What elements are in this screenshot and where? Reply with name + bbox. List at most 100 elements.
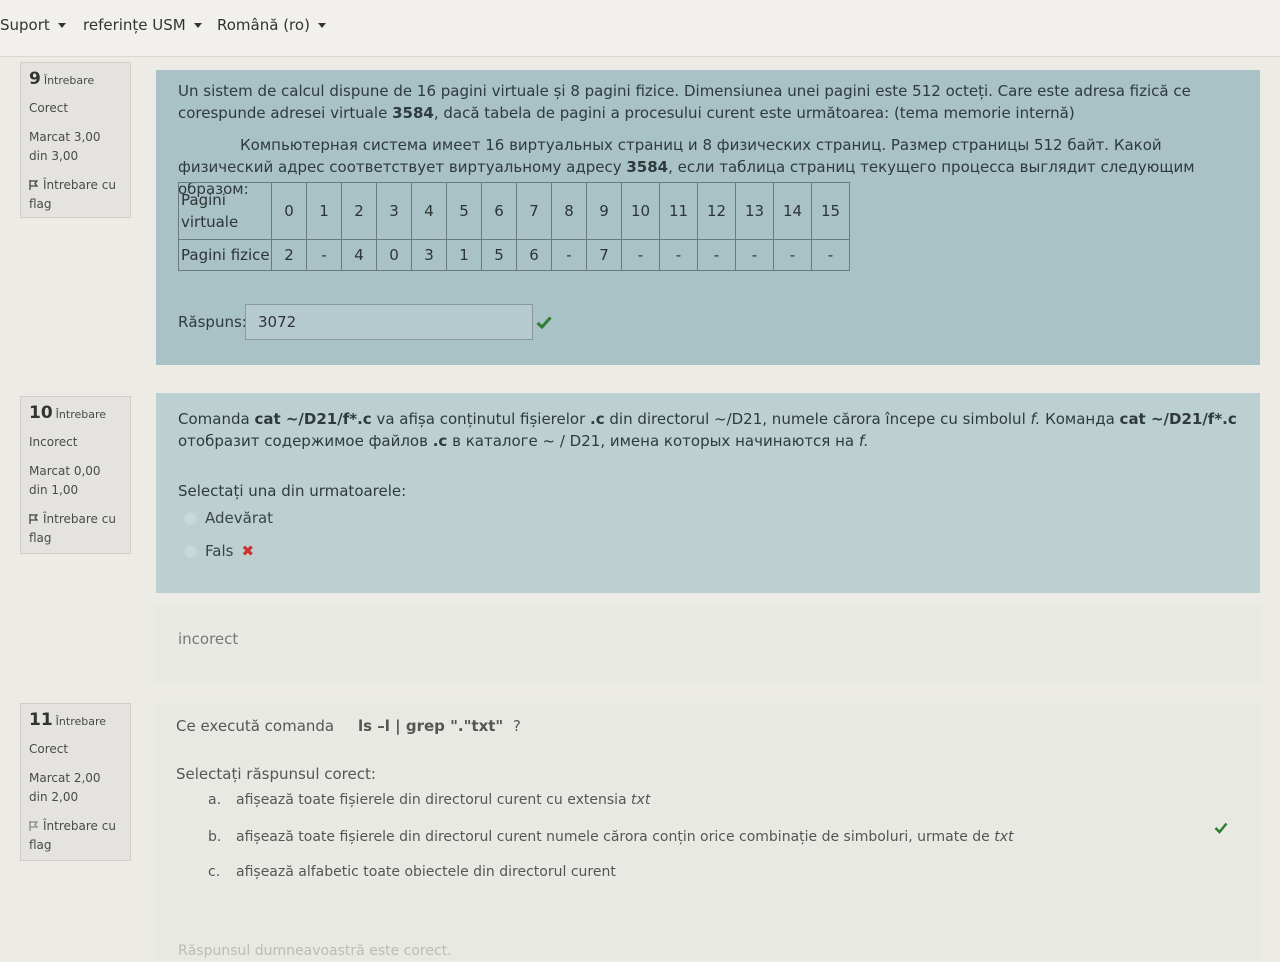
correct-check-icon — [1214, 822, 1228, 834]
command-text: cat ~/D21/f*.c — [254, 410, 372, 428]
answer-prompt: Selectați răspunsul corect: — [176, 765, 376, 783]
caret-down-icon — [317, 22, 326, 28]
question-text-part: отобразит содержимое файлов — [178, 432, 433, 450]
radio-button[interactable] — [184, 512, 197, 525]
answer-label: Răspuns: — [178, 313, 247, 331]
table-cell: 15 — [811, 182, 850, 240]
answer-input[interactable] — [245, 304, 533, 340]
question-text-ro: Un sistem de calcul dispune de 16 pagini… — [178, 80, 1228, 124]
question-status: Incorect — [29, 435, 78, 449]
answer-prompt: Selectați una din urmatoarele: — [178, 482, 407, 500]
flag-icon — [29, 180, 38, 190]
question-text-part: Команда — [1040, 410, 1120, 428]
extension-text: .c — [590, 410, 605, 428]
table-cell: 12 — [697, 182, 736, 240]
question-word: Întrebare — [43, 74, 95, 87]
question-mark: Marcat 3,00 din 3,00 — [29, 130, 101, 163]
caret-down-icon — [57, 22, 66, 28]
table-cell: 7 — [516, 182, 552, 240]
command-text: ls –l | grep "."txt" — [357, 717, 504, 735]
flag-question-link[interactable]: Întrebare cu flag — [29, 817, 122, 855]
option-extension: txt — [631, 792, 651, 808]
question-text: Ce execută comanda ls –l | grep "."txt" … — [176, 715, 521, 737]
nav-language-menu[interactable]: Română (ro) — [217, 16, 326, 34]
option-text: afișează alfabetic toate obiectele din d… — [236, 864, 616, 880]
flag-icon — [29, 821, 38, 831]
option-a[interactable]: a. afișează toate fișierele din directoru… — [208, 792, 650, 808]
table-cell: - — [659, 239, 698, 271]
question-status: Corect — [29, 742, 69, 756]
question-text-part: va afișa conținutul fișierelor — [371, 410, 591, 428]
question-10-content: Comanda cat ~/D21/f*.c va afișa conținut… — [156, 393, 1260, 593]
table-cell: - — [811, 239, 850, 271]
top-navbar: Suport referințe USM Română (ro) — [0, 0, 1280, 57]
question-number: 11 — [29, 710, 53, 730]
question-info-10: 10 Întrebare Incorect Marcat 0,00 din 1,0… — [20, 396, 131, 554]
question-word: Întrebare — [55, 715, 107, 728]
question-text: Comanda cat ~/D21/f*.c va afișa conținut… — [178, 408, 1238, 452]
radio-button[interactable] — [184, 545, 197, 558]
physical-pages-header: Pagini fizice — [178, 239, 272, 271]
option-text: afișează toate fișierele din directorul … — [236, 829, 995, 845]
question-11-content: Ce execută comanda ls –l | grep "."txt" … — [156, 703, 1260, 960]
question-mark: Marcat 0,00 din 1,00 — [29, 464, 101, 497]
virtual-address: 3584 — [392, 104, 434, 122]
nav-references-label: referințe USM — [83, 16, 186, 34]
table-cell: 3 — [376, 182, 412, 240]
virtual-pages-header: Pagini virtuale — [178, 182, 272, 240]
question-number: 10 — [29, 403, 53, 423]
table-cell: 2 — [271, 239, 307, 271]
question-info-11: 11 Întrebare Corect Marcat 2,00 din 2,00 … — [20, 703, 131, 861]
table-cell: - — [697, 239, 736, 271]
table-cell: 1 — [446, 239, 482, 271]
question-text-part: din directorul ~/D21, numele cărora înce… — [604, 410, 1031, 428]
option-true[interactable]: Adevărat — [184, 509, 273, 527]
question-mark: Marcat 2,00 din 2,00 — [29, 771, 101, 804]
table-cell: 14 — [773, 182, 812, 240]
option-b[interactable]: b. afișează toate fișierele din directoru… — [208, 829, 1014, 845]
table-cell: 10 — [621, 182, 660, 240]
table-cell: - — [551, 239, 587, 271]
table-cell: 0 — [376, 239, 412, 271]
table-cell: 4 — [341, 239, 377, 271]
table-cell: - — [735, 239, 774, 271]
table-cell: - — [773, 239, 812, 271]
virtual-address: 3584 — [626, 158, 669, 176]
nav-support-menu[interactable]: Suport — [0, 16, 66, 34]
caret-down-icon — [193, 22, 202, 28]
question-text-part: , dacă tabela de pagini a procesului cur… — [433, 104, 1075, 122]
extension-text: .c — [432, 432, 448, 450]
nav-references-menu[interactable]: referințe USM — [83, 16, 202, 34]
feedback-text: Răspunsul dumneavoastră este corect. — [178, 943, 452, 959]
table-cell: 6 — [481, 182, 517, 240]
table-cell: 11 — [659, 182, 698, 240]
option-c[interactable]: c. afișează alfabetic toate obiectele din… — [208, 864, 616, 880]
table-cell: 6 — [516, 239, 552, 271]
question-number: 9 — [29, 69, 41, 89]
table-cell: - — [621, 239, 660, 271]
option-text: afișează toate fișierele din directorul … — [236, 792, 632, 808]
table-cell: 4 — [411, 182, 447, 240]
question-mark-symbol: ? — [512, 717, 521, 735]
option-letter: a. — [208, 792, 222, 808]
flag-question-link[interactable]: Întrebare cu flag — [29, 510, 122, 548]
command-text: cat ~/D21/f*.c — [1119, 410, 1237, 428]
question-info-9: 9 Întrebare Corect Marcat 3,00 din 3,00 Î… — [20, 62, 131, 218]
table-cell: 5 — [481, 239, 517, 271]
flag-label: Întrebare cu flag — [29, 819, 116, 852]
table-cell: 7 — [586, 239, 622, 271]
option-false[interactable]: Fals ✖ — [184, 542, 254, 560]
virtual-pages-row: Pagini virtuale 0 1 2 3 4 5 6 7 8 9 10 1… — [178, 182, 850, 240]
question-word: Întrebare — [55, 408, 107, 421]
table-cell: 9 — [586, 182, 622, 240]
table-cell: 0 — [271, 182, 307, 240]
table-cell: 8 — [551, 182, 587, 240]
table-cell: 3 — [411, 239, 447, 271]
option-letter: b. — [208, 829, 222, 845]
question-text-part: Comanda — [178, 410, 255, 428]
correct-check-icon — [536, 316, 552, 329]
flag-label: Întrebare cu flag — [29, 512, 116, 545]
flag-question-link[interactable]: Întrebare cu flag — [29, 176, 122, 214]
option-label: Adevărat — [205, 509, 274, 527]
table-cell: 5 — [446, 182, 482, 240]
